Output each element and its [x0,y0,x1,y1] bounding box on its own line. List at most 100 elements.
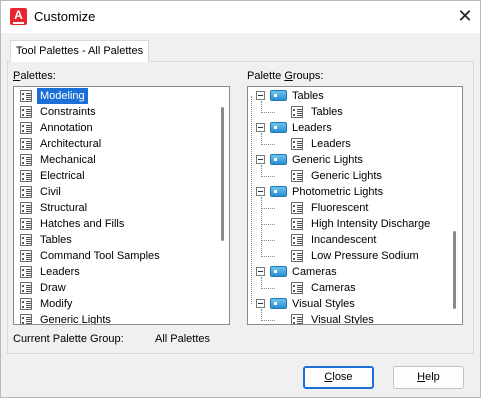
palette-node-cameras[interactable]: Cameras [261,280,359,296]
group-node-tables[interactable]: Tables [256,88,327,104]
tree-connector [261,101,262,113]
group-node-label: Leaders [292,122,332,134]
palette-groups-tree[interactable]: Tables Tables Leaders Leaders Generic Lights… [247,86,463,325]
tree-connector [261,224,275,225]
collapse-icon[interactable] [256,187,265,196]
palette-item-label: Mechanical [40,154,96,166]
palette-icon [291,218,303,230]
palette-icon [20,154,32,166]
palette-node-incandescent[interactable]: Incandescent [261,232,379,248]
tree-root-connector [251,96,252,304]
tree-connector [261,176,275,177]
tree-connector [261,320,275,321]
palette-icon [20,266,32,278]
group-node-label: Photometric Lights [292,186,384,198]
palette-item-structural[interactable]: Structural [18,200,90,216]
group-node-generic-lights[interactable]: Generic Lights [256,152,366,168]
palette-icon [291,250,303,262]
palette-node-leaders[interactable]: Leaders [261,136,354,152]
window-title: Customize [34,9,96,24]
tree-connector [261,197,262,257]
palette-item-annotation[interactable]: Annotation [18,120,96,136]
palette-icon [20,202,32,214]
palette-item-command-tool-samples[interactable]: Command Tool Samples [18,248,163,264]
collapse-icon[interactable] [256,267,265,276]
group-node-label: Generic Lights [292,154,363,166]
palette-icon [20,122,32,134]
collapse-icon[interactable] [256,123,265,132]
help-button[interactable]: Help [393,366,464,389]
palette-node-tables[interactable]: Tables [261,104,346,120]
palette-item-hatches-and-fills[interactable]: Hatches and Fills [18,216,127,232]
palette-icon [291,314,303,324]
palette-item-generic-lights[interactable]: Generic Lights [18,312,114,324]
tree-connector [261,144,275,145]
palettes-label: Palettes: [13,70,56,82]
palette-item-electrical[interactable]: Electrical [18,168,88,184]
palette-node-label: Incandescent [311,234,377,246]
palette-node-visual-styles[interactable]: Visual Styles [261,312,377,325]
current-palette-group-label: Current Palette Group: [13,333,124,345]
palette-icon [291,170,303,182]
palette-group-icon [270,122,287,133]
tree-connector [261,208,275,209]
palette-item-tables[interactable]: Tables [18,232,75,248]
tree-connector [261,133,262,145]
group-node-label: Cameras [292,266,337,278]
palettes-scrollbar-thumb[interactable] [221,107,224,241]
palette-icon [20,186,32,198]
group-node-label: Visual Styles [292,298,355,310]
tree-connector [261,240,275,241]
palette-icon [20,282,32,294]
autocad-app-icon: A [10,8,27,25]
customize-dialog: A Customize ✕ Tool Palettes - All Palett… [0,0,481,398]
palette-item-constraints[interactable]: Constraints [18,104,99,120]
close-button[interactable]: Close [303,366,374,389]
group-node-visual-styles[interactable]: Visual Styles [256,296,358,312]
palette-node-label: Tables [311,106,343,118]
palette-item-modify[interactable]: Modify [18,296,75,312]
palette-node-label: Low Pressure Sodium [311,250,419,262]
palette-node-fluorescent[interactable]: Fluorescent [261,200,371,216]
tree-connector [261,165,262,177]
palette-node-low-pressure-sodium[interactable]: Low Pressure Sodium [261,248,422,264]
palette-node-label: High Intensity Discharge [311,218,431,230]
palette-icon [291,138,303,150]
palettes-list[interactable]: Modeling Constraints Annotation Architectur… [13,86,230,325]
palette-item-architectural[interactable]: Architectural [18,136,104,152]
collapse-icon[interactable] [256,155,265,164]
title-bar[interactable]: A Customize ✕ [1,1,480,33]
palette-node-high-intensity-discharge[interactable]: High Intensity Discharge [261,216,433,232]
palette-node-generic-lights[interactable]: Generic Lights [261,168,385,184]
palette-icon [20,298,32,310]
close-window-icon[interactable]: ✕ [453,5,477,29]
palette-item-label: Draw [40,282,66,294]
palette-icon [20,234,32,246]
palette-item-modeling[interactable]: Modeling [18,88,88,104]
palette-item-civil[interactable]: Civil [18,184,64,200]
palette-icon [20,218,32,230]
palette-node-label: Visual Styles [311,314,374,325]
group-node-leaders[interactable]: Leaders [256,120,335,136]
palette-item-label: Electrical [40,170,85,182]
collapse-icon[interactable] [256,91,265,100]
palette-item-draw[interactable]: Draw [18,280,69,296]
app-icon-letter: A [14,8,23,22]
palette-item-leaders[interactable]: Leaders [18,264,83,280]
tree-connector [261,309,262,321]
palette-icon [291,234,303,246]
collapse-icon[interactable] [256,299,265,308]
tab-tool-palettes[interactable]: Tool Palettes - All Palettes [10,40,149,62]
palette-groups-scrollbar-thumb[interactable] [453,231,456,309]
palette-item-label: Hatches and Fills [40,218,125,230]
palette-item-label: Modify [40,298,73,310]
palette-item-label: Tables [40,234,72,246]
group-node-cameras[interactable]: Cameras [256,264,340,280]
palette-node-label: Generic Lights [311,170,382,182]
tree-connector [261,277,262,289]
palette-icon [20,138,32,150]
palette-group-icon [270,266,287,277]
group-node-photometric-lights[interactable]: Photometric Lights [256,184,386,200]
palette-item-label: Constraints [40,106,96,118]
palette-item-mechanical[interactable]: Mechanical [18,152,99,168]
